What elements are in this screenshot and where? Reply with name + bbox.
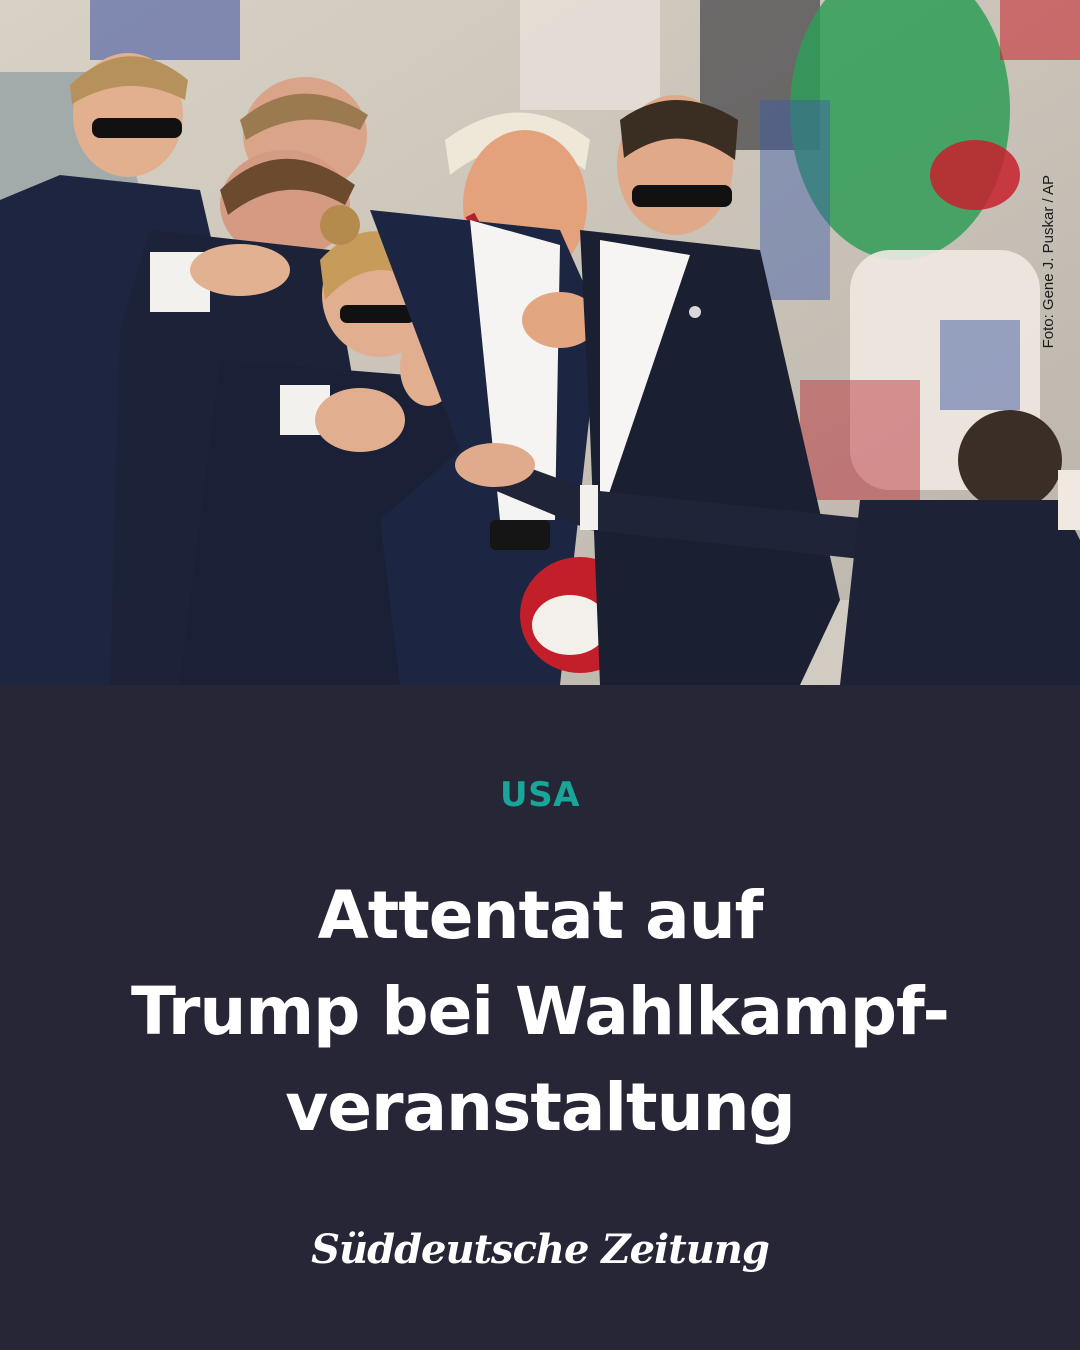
headline-line: Trump bei Wahlkampf- — [131, 973, 950, 1050]
photo-credit: Foto: Gene J. Puskar / AP — [1040, 175, 1057, 349]
news-photo: Foto: Gene J. Puskar / AP — [0, 0, 1080, 685]
brand-logo: Süddeutsche Zeitung — [311, 1226, 770, 1273]
headline: Attentat auf Trump bei Wahlkampf- verans… — [60, 868, 1020, 1156]
headline-line: Attentat auf — [317, 877, 764, 954]
headline-line: veranstaltung — [285, 1069, 796, 1146]
category-kicker: USA — [500, 775, 580, 815]
social-post-card: Foto: Gene J. Puskar / AP USA Attentat a… — [0, 0, 1080, 1350]
photo-illustration — [0, 0, 1080, 685]
